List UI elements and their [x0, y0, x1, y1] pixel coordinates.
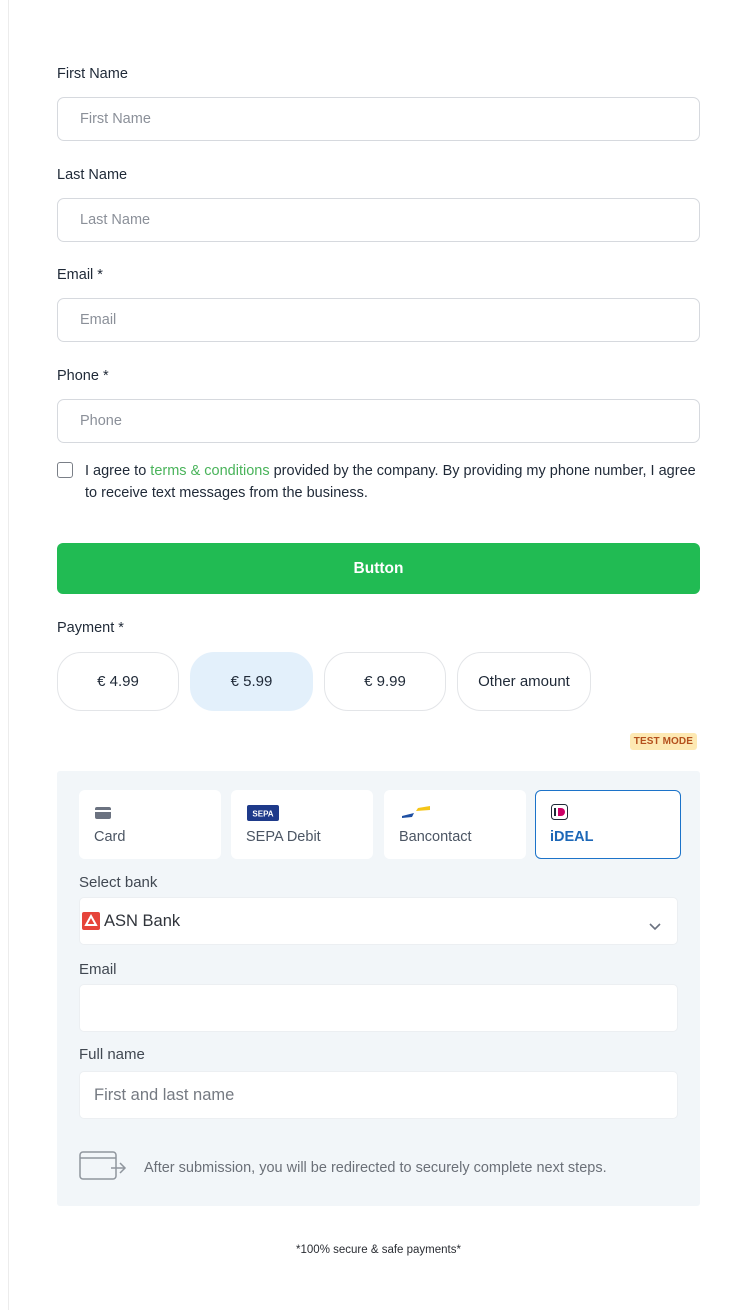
terms-text-prefix: I agree to	[85, 463, 151, 479]
full-name-input[interactable]: First and last name	[79, 1071, 678, 1119]
chevron-down-icon	[649, 917, 661, 936]
tab-bancontact[interactable]: Bancontact	[384, 790, 526, 859]
email-label: Email *	[57, 267, 103, 283]
redirect-notice-text: After submission, you will be redirected…	[144, 1159, 607, 1176]
page-frame-border	[8, 0, 9, 1310]
tab-ideal-label: iDEAL	[550, 829, 594, 845]
last-name-input[interactable]	[57, 198, 700, 242]
asn-bank-icon	[82, 912, 100, 930]
stripe-email-label: Email	[79, 961, 117, 978]
secure-payments-note: *100% secure & safe payments*	[296, 1244, 461, 1256]
tab-sepa-debit[interactable]: SEPA SEPA Debit	[231, 790, 373, 859]
redirect-notice: After submission, you will be redirected…	[79, 1149, 607, 1186]
phone-input[interactable]	[57, 399, 700, 443]
stripe-email-input[interactable]	[79, 984, 678, 1032]
bancontact-icon	[400, 804, 432, 825]
payment-label: Payment *	[57, 620, 124, 636]
last-name-label: Last Name	[57, 167, 128, 183]
card-icon	[95, 806, 111, 824]
amount-options: € 4.99 € 5.99 € 9.99 Other amount	[57, 652, 591, 711]
amount-option-5-99[interactable]: € 5.99	[190, 652, 313, 711]
redirect-icon	[79, 1149, 127, 1186]
amount-option-other[interactable]: Other amount	[457, 652, 591, 711]
test-mode-badge: TEST MODE	[629, 733, 697, 750]
tab-ideal[interactable]: iDEAL	[535, 790, 681, 859]
phone-label: Phone *	[57, 368, 109, 384]
full-name-label: Full name	[79, 1046, 145, 1063]
terms-agreement: I agree to terms & conditions provided b…	[57, 460, 700, 504]
sepa-icon: SEPA	[247, 805, 279, 826]
terms-checkbox[interactable]	[57, 462, 73, 478]
amount-option-4-99[interactable]: € 4.99	[57, 652, 179, 711]
ideal-icon	[551, 804, 568, 825]
tab-card[interactable]: Card	[79, 790, 221, 859]
first-name-input[interactable]	[57, 97, 700, 141]
terms-link[interactable]: terms & conditions	[150, 463, 269, 479]
full-name-placeholder: First and last name	[94, 1085, 235, 1104]
submit-button[interactable]: Button	[57, 543, 700, 594]
tab-sepa-debit-label: SEPA Debit	[246, 829, 321, 845]
amount-option-9-99[interactable]: € 9.99	[324, 652, 446, 711]
sepa-badge-text: SEPA	[252, 810, 273, 819]
bank-select-value: ASN Bank	[104, 911, 181, 930]
payment-element: Card SEPA SEPA Debit Bancontact iDEAL Se…	[57, 771, 700, 1206]
terms-text: I agree to terms & conditions provided b…	[85, 460, 700, 504]
bank-select[interactable]: ASN Bank	[79, 897, 678, 945]
first-name-label: First Name	[57, 66, 128, 82]
tab-bancontact-label: Bancontact	[399, 829, 472, 845]
select-bank-label: Select bank	[79, 874, 158, 891]
email-input[interactable]	[57, 298, 700, 342]
tab-card-label: Card	[94, 829, 126, 845]
